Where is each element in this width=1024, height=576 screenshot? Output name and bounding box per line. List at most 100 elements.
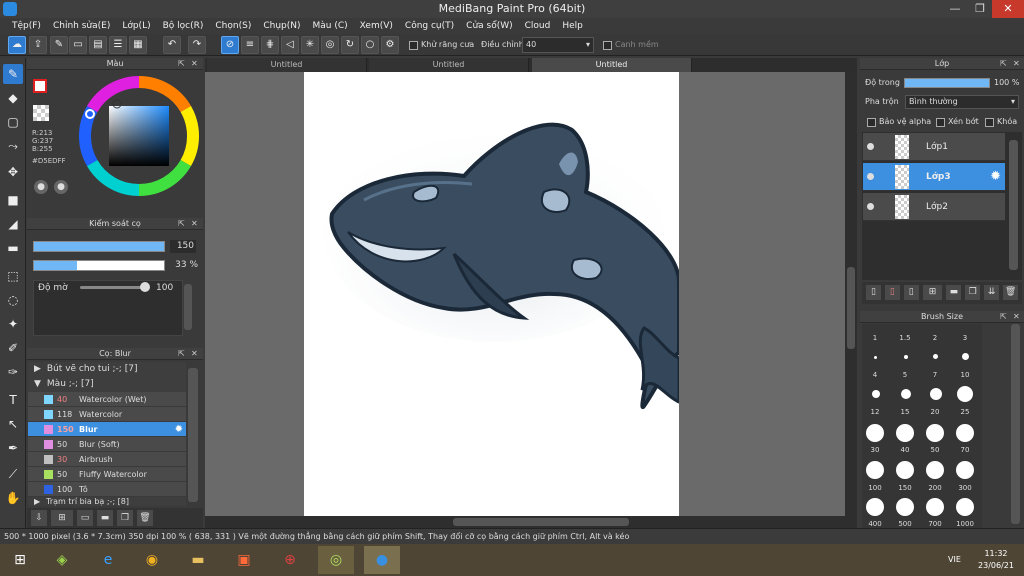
vanish-point-icon[interactable]: ◁ — [281, 36, 299, 54]
gear-icon[interactable]: ✹ — [990, 169, 1001, 184]
eraser-tool-icon[interactable]: ◆ — [3, 88, 23, 108]
brush-size-value[interactable]: 150 — [170, 240, 196, 253]
brush-item[interactable]: 30 Airbrush — [28, 452, 186, 467]
horizontal-scroll-thumb[interactable] — [453, 518, 629, 526]
dropper-tool-icon[interactable]: ✒ — [3, 438, 23, 458]
antialias-checkbox[interactable] — [409, 41, 418, 50]
comment-icon[interactable]: ✎ — [50, 36, 68, 54]
delete-layer-icon[interactable]: 🗑 — [1003, 285, 1018, 300]
brush-size-cell[interactable]: 100 — [862, 484, 888, 492]
merge-layer-icon[interactable]: ⇊ — [984, 285, 1000, 300]
brush-size-cell[interactable]: 4 — [862, 371, 888, 379]
ellipse-snap-icon[interactable]: ○ — [361, 36, 379, 54]
menu-window[interactable]: Cửa sổ(W) — [460, 18, 518, 34]
duplicate-layer-icon[interactable]: ❐ — [965, 285, 981, 300]
menu-layer[interactable]: Lớp(L) — [116, 18, 156, 34]
page-grid-icon[interactable]: ▦ — [129, 36, 147, 54]
eye-icon[interactable] — [867, 173, 874, 180]
menu-filter[interactable]: Bộ lọc(R) — [157, 18, 210, 34]
add-brush-icon[interactable]: ⊞ — [51, 510, 73, 526]
shape-tool-icon[interactable]: ▢ — [3, 112, 23, 132]
brush-size-cell[interactable]: 12 — [862, 408, 888, 416]
gear-icon[interactable]: ✹ — [175, 422, 183, 437]
powerpoint-icon[interactable]: ▣ — [226, 546, 262, 574]
vertical-scroll-thumb[interactable] — [847, 267, 855, 349]
brush-tool-icon[interactable]: ✎ — [3, 64, 23, 84]
parallel-snap-icon[interactable]: ≡ — [241, 36, 259, 54]
snap-off-icon[interactable]: ⊘ — [221, 36, 239, 54]
cloud-icon[interactable]: ☁ — [8, 36, 26, 54]
brush-list-scrollbar[interactable] — [188, 368, 198, 502]
brush-size-cell[interactable]: 40 — [892, 446, 918, 454]
blend-mode-select[interactable]: Bình thường ▾ — [905, 95, 1019, 109]
popout-icon[interactable]: ⇱ — [1000, 311, 1007, 323]
drawing-canvas[interactable] — [304, 72, 679, 516]
magic-wand-icon[interactable]: ✦ — [3, 314, 23, 334]
brush-item[interactable]: 118 Watercolor — [28, 407, 186, 422]
color-wheel[interactable] — [77, 74, 201, 198]
palette-settings-icon[interactable]: ● — [54, 180, 68, 194]
brush-size-cell[interactable]: 1 — [862, 334, 888, 342]
canvas-vertical-scrollbar[interactable] — [845, 72, 857, 516]
gradient-tool-icon[interactable]: ▬ — [3, 238, 23, 258]
folder-icon[interactable]: ▬ — [97, 510, 113, 526]
palette-icon[interactable]: ● — [34, 180, 48, 194]
brush-size-cell[interactable]: 7 — [922, 371, 948, 379]
brush-size-cell[interactable]: 70 — [952, 446, 978, 454]
chrome-icon[interactable]: ◉ — [134, 546, 170, 574]
layer-row[interactable]: Lớp1 — [863, 133, 1005, 161]
bluestacks-icon[interactable]: ◈ — [44, 546, 80, 574]
brush-size-cell[interactable]: 30 — [862, 446, 888, 454]
menu-tools[interactable]: Công cụ(T) — [399, 18, 460, 34]
copy-icon[interactable]: ❐ — [117, 510, 133, 526]
close-icon[interactable]: ✕ — [1013, 311, 1020, 323]
pick-color-icon[interactable]: ⟋ — [3, 464, 23, 484]
new-halftone-layer-icon[interactable]: ▯ — [903, 285, 919, 300]
radial-snap-icon[interactable]: ✳ — [301, 36, 319, 54]
brush-group-row[interactable]: ▶ Trạm trí bia bạ ;-; [8] — [28, 497, 186, 506]
menu-cloud[interactable]: Cloud — [519, 18, 557, 34]
popout-icon[interactable]: ⇱ — [178, 348, 185, 360]
doc-tab[interactable]: Untitled — [369, 58, 529, 72]
doc-tab[interactable]: Untitled — [207, 58, 367, 72]
brush-opacity-slider[interactable] — [33, 260, 165, 271]
brush-size-cell[interactable]: 200 — [922, 484, 948, 492]
menu-snap[interactable]: Chụp(N) — [257, 18, 306, 34]
close-button[interactable]: ✕ — [992, 0, 1024, 18]
brush-size-cell[interactable]: 500 — [892, 520, 918, 528]
circle-snap-icon[interactable]: ◎ — [321, 36, 339, 54]
redo-icon[interactable]: ↷ — [188, 36, 206, 54]
move-tool-icon[interactable]: ✥ — [3, 162, 23, 182]
primary-color-swatch[interactable] — [33, 79, 47, 93]
lasso-icon[interactable]: ◌ — [3, 290, 23, 310]
close-icon[interactable]: ✕ — [191, 218, 198, 230]
brush-size-cell[interactable]: 1.5 — [892, 334, 918, 342]
menu-color[interactable]: Màu (C) — [307, 18, 354, 34]
popout-icon[interactable]: ⇱ — [178, 58, 185, 70]
operation-tool-icon[interactable]: ↖ — [3, 414, 23, 434]
smooth-select[interactable]: 40 ▾ — [522, 37, 594, 53]
popout-icon[interactable]: ⇱ — [178, 218, 185, 230]
add-layer-menu-icon[interactable]: ⊞ — [922, 285, 943, 300]
trash-icon[interactable]: 🗑 — [137, 510, 153, 526]
brush-item[interactable]: 50 Fluffy Watercolor — [28, 467, 186, 482]
clipping-checkbox[interactable] — [936, 118, 945, 127]
brush-size-cell[interactable]: 5 — [892, 371, 918, 379]
protect-alpha-checkbox[interactable] — [867, 118, 876, 127]
page-icon[interactable]: ▤ — [89, 36, 107, 54]
brush-item[interactable]: 40 Watercolor (Wet) — [28, 392, 186, 407]
close-icon[interactable]: ✕ — [191, 348, 198, 360]
network-app-icon[interactable]: ⊕ — [272, 546, 308, 574]
minimize-button[interactable]: — — [942, 0, 968, 18]
layer-list-scrollbar[interactable] — [1009, 140, 1018, 270]
brush-group-row[interactable]: ▶ Bút vẽ cho tui ;-; [7] — [28, 362, 186, 377]
brush-item[interactable]: 50 Blur (Soft) — [28, 437, 186, 452]
speech-bubble-icon[interactable]: ▭ — [69, 36, 87, 54]
undo-icon[interactable]: ↶ — [163, 36, 181, 54]
brush-item[interactable]: 100 Tô — [28, 482, 186, 497]
windows-start-icon[interactable]: ⊞ — [2, 546, 38, 574]
brush-size-cell[interactable]: 50 — [922, 446, 948, 454]
brush-size-cell[interactable]: 25 — [952, 408, 978, 416]
menu-select[interactable]: Chọn(S) — [209, 18, 257, 34]
eye-icon[interactable] — [867, 143, 874, 150]
